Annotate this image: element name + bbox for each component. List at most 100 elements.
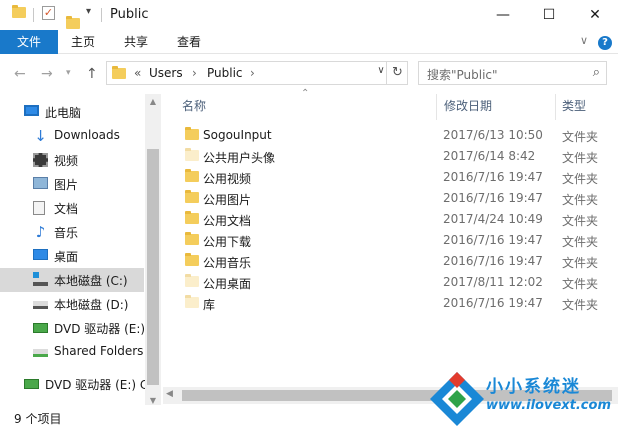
tab-home[interactable]: 主页 bbox=[68, 30, 98, 54]
nav-item-pictures[interactable]: 图片 bbox=[0, 172, 144, 196]
nav-item-local-disk-c[interactable]: 本地磁盘 (C:) bbox=[0, 268, 144, 292]
folder-icon bbox=[185, 190, 199, 203]
nav-label: 桌面 bbox=[54, 250, 79, 264]
file-list: ⌃ 名称 修改日期 类型 SogouInput 2017/6/13 10:50 … bbox=[163, 88, 618, 384]
video-icon bbox=[33, 153, 48, 167]
search-icon[interactable]: ⌕ bbox=[593, 65, 600, 80]
file-name: 公共用户头像 bbox=[203, 151, 276, 165]
folder-icon bbox=[185, 148, 199, 161]
nav-item-shared-folders[interactable]: Shared Folders bbox=[0, 340, 144, 364]
customize-toolbar-icon[interactable]: ▾ bbox=[86, 6, 91, 17]
file-date: 2016/7/16 19:47 bbox=[443, 254, 543, 268]
nav-label: 本地磁盘 (C:) bbox=[54, 274, 128, 288]
column-divider[interactable] bbox=[555, 94, 556, 120]
breadcrumb-public[interactable]: Public bbox=[207, 66, 243, 80]
folder-icon bbox=[185, 295, 199, 308]
search-input[interactable]: 搜索"Public" bbox=[427, 66, 498, 83]
nav-item-downloads[interactable]: ↓ Downloads bbox=[0, 124, 144, 148]
recent-locations-icon[interactable]: ▾ bbox=[66, 68, 71, 78]
help-icon[interactable]: ? bbox=[598, 36, 612, 50]
scrollbar-thumb[interactable] bbox=[147, 149, 159, 385]
nav-item-music[interactable]: ♪ 音乐 bbox=[0, 220, 144, 244]
file-type: 文件夹 bbox=[562, 277, 599, 291]
tab-share[interactable]: 共享 bbox=[121, 30, 151, 54]
file-row[interactable]: 库 2016/7/16 19:47 文件夹 bbox=[163, 293, 603, 314]
nav-item-documents[interactable]: 文档 bbox=[0, 196, 144, 220]
nav-item-videos[interactable]: 视频 bbox=[0, 148, 144, 172]
file-row[interactable]: 公用文档 2017/4/24 10:49 文件夹 bbox=[163, 209, 603, 230]
nav-label: 本地磁盘 (D:) bbox=[54, 298, 129, 312]
nav-label: Shared Folders bbox=[54, 344, 144, 358]
file-name: 公用桌面 bbox=[203, 277, 252, 291]
nav-item-dvd-drive[interactable]: DVD 驱动器 (E:) bbox=[0, 316, 145, 340]
breadcrumb-users[interactable]: Users bbox=[149, 66, 183, 80]
close-button[interactable]: ✕ bbox=[572, 0, 618, 30]
window-title: Public bbox=[110, 7, 149, 22]
address-bar[interactable]: « Users › Public › ∨ ↻ bbox=[106, 61, 408, 85]
tab-file[interactable]: 文件 bbox=[0, 30, 58, 54]
navigation-pane: 此电脑 ↓ Downloads 视频 图片 文档 ♪ 音乐 桌面 本地磁盘 (C… bbox=[0, 94, 161, 408]
folder-icon bbox=[185, 253, 199, 266]
watermark-title: 小小系统迷 bbox=[486, 377, 581, 397]
file-name: 公用图片 bbox=[203, 193, 252, 207]
watermark-logo: 小小系统迷 www.ilovext.com bbox=[428, 368, 618, 429]
network-drive-icon bbox=[33, 349, 48, 357]
watermark-url: www.ilovext.com bbox=[486, 398, 611, 413]
file-row[interactable]: SogouInput 2017/6/13 10:50 文件夹 bbox=[163, 125, 603, 146]
maximize-button[interactable]: ☐ bbox=[526, 0, 572, 30]
search-box[interactable]: 搜索"Public" ⌕ bbox=[418, 61, 607, 85]
watermark-emblem-icon bbox=[430, 372, 484, 426]
forward-arrow-icon[interactable]: → bbox=[41, 66, 53, 82]
folder-icon bbox=[112, 66, 126, 79]
file-type: 文件夹 bbox=[562, 298, 599, 312]
expand-ribbon-icon[interactable]: ∨ bbox=[580, 34, 588, 47]
refresh-icon[interactable]: ↻ bbox=[386, 62, 408, 84]
dvd-icon bbox=[24, 379, 39, 389]
file-row[interactable]: 公用音乐 2016/7/16 19:47 文件夹 bbox=[163, 251, 603, 272]
file-row[interactable]: 公用视频 2016/7/16 19:47 文件夹 bbox=[163, 167, 603, 188]
scroll-down-icon[interactable]: ▼ bbox=[145, 396, 161, 405]
file-type: 文件夹 bbox=[562, 130, 599, 144]
nav-label: 此电脑 bbox=[45, 106, 82, 120]
file-type: 文件夹 bbox=[562, 172, 599, 186]
document-icon bbox=[33, 201, 45, 215]
scroll-up-icon[interactable]: ▲ bbox=[145, 97, 161, 106]
column-divider[interactable] bbox=[436, 94, 437, 120]
folder-icon bbox=[185, 211, 199, 224]
file-name: 公用音乐 bbox=[203, 256, 252, 270]
file-row[interactable]: 公共用户头像 2017/6/14 8:42 文件夹 bbox=[163, 146, 603, 167]
column-header-date[interactable]: 修改日期 bbox=[444, 94, 492, 118]
nav-pane-scrollbar[interactable]: ▲ ▼ bbox=[145, 94, 161, 408]
minimize-button[interactable]: — bbox=[480, 0, 526, 30]
sort-ascending-icon: ⌃ bbox=[301, 88, 310, 99]
dvd-icon bbox=[33, 323, 48, 333]
nav-item-local-disk-d[interactable]: 本地磁盘 (D:) bbox=[0, 292, 144, 316]
properties-icon[interactable]: ✓ bbox=[42, 6, 55, 20]
pictures-icon bbox=[33, 177, 48, 189]
file-name: 公用文档 bbox=[203, 214, 252, 228]
tab-view[interactable]: 查看 bbox=[174, 30, 204, 54]
file-row[interactable]: 公用桌面 2017/8/11 12:02 文件夹 bbox=[163, 272, 603, 293]
file-type: 文件夹 bbox=[562, 235, 599, 249]
column-header-name[interactable]: 名称 bbox=[182, 94, 206, 118]
nav-item-dvd-drive-root[interactable]: DVD 驱动器 (E:) C bbox=[0, 372, 148, 396]
computer-icon bbox=[24, 105, 39, 116]
file-row[interactable]: 公用下载 2016/7/16 19:47 文件夹 bbox=[163, 230, 603, 251]
folder-icon bbox=[185, 169, 199, 182]
file-row[interactable]: 公用图片 2016/7/16 19:47 文件夹 bbox=[163, 188, 603, 209]
file-name: 公用下载 bbox=[203, 235, 252, 249]
up-arrow-icon[interactable]: ↑ bbox=[86, 66, 98, 82]
nav-label: DVD 驱动器 (E:) C bbox=[45, 378, 149, 392]
nav-item-desktop[interactable]: 桌面 bbox=[0, 244, 144, 268]
new-folder-icon[interactable] bbox=[66, 16, 80, 29]
scroll-left-icon[interactable]: ◀ bbox=[166, 389, 173, 399]
file-date: 2016/7/16 19:47 bbox=[443, 233, 543, 247]
back-arrow-icon[interactable]: ← bbox=[14, 66, 26, 82]
item-count: 9 个项目 bbox=[14, 412, 62, 426]
breadcrumb-overflow[interactable]: « bbox=[134, 66, 141, 80]
column-header-type[interactable]: 类型 bbox=[562, 94, 586, 118]
drive-c-icon bbox=[33, 272, 48, 286]
nav-label: 图片 bbox=[54, 178, 79, 192]
nav-item-this-pc[interactable]: 此电脑 bbox=[0, 100, 144, 124]
file-type: 文件夹 bbox=[562, 214, 599, 228]
